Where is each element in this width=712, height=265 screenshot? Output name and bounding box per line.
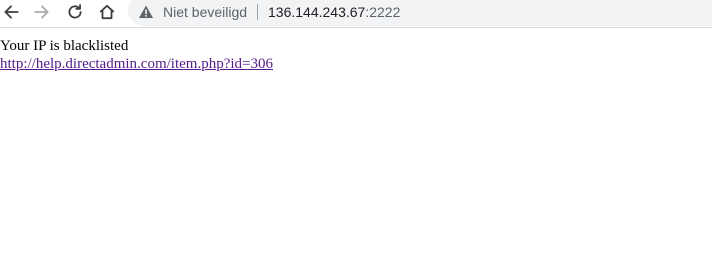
help-link[interactable]: http://help.directadmin.com/item.php?id=… <box>0 56 273 72</box>
security-status-label[interactable]: Niet beveiligd <box>163 3 247 21</box>
warning-triangle-icon[interactable] <box>138 4 154 20</box>
forward-button[interactable] <box>28 0 56 24</box>
home-icon <box>99 4 115 20</box>
error-message: Your IP is blacklisted <box>0 38 129 54</box>
url-host: 136.144.243.67 <box>268 4 366 20</box>
arrow-right-icon <box>34 5 49 19</box>
url-text[interactable]: 136.144.243.67:2222 <box>268 3 400 21</box>
home-button[interactable] <box>93 0 121 24</box>
browser-toolbar: Niet beveiligd 136.144.243.67:2222 <box>0 0 712 28</box>
omnibox-divider <box>257 4 258 20</box>
address-bar[interactable]: Niet beveiligd 136.144.243.67:2222 <box>128 0 712 26</box>
reload-button[interactable] <box>61 0 89 24</box>
url-port: :2222 <box>365 4 401 20</box>
page-content: Your IP is blacklisted http://help.direc… <box>0 37 273 73</box>
reload-icon <box>68 4 82 19</box>
back-button[interactable] <box>0 0 25 24</box>
arrow-left-icon <box>4 5 19 19</box>
